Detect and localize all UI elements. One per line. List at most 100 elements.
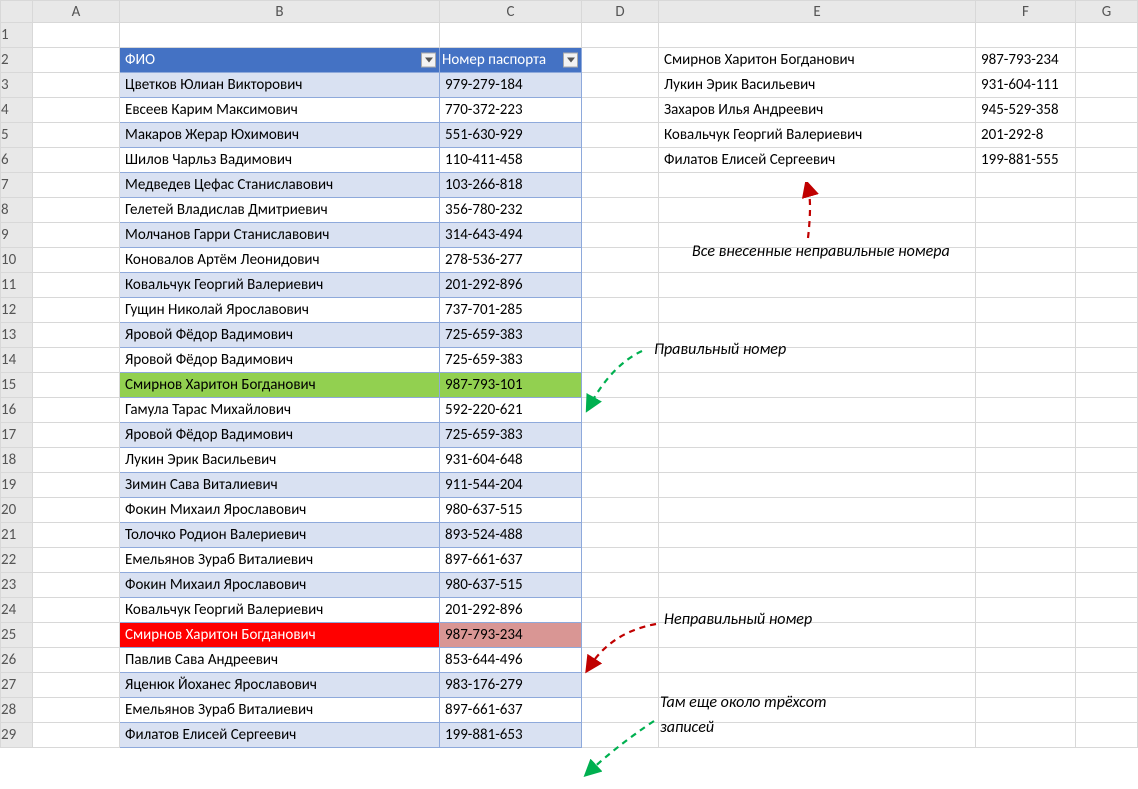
cell-G16[interactable] <box>1076 398 1138 423</box>
cell-E4[interactable]: Захаров Илья Андреевич <box>659 98 976 123</box>
cell-A9[interactable] <box>33 223 120 248</box>
cell-B12[interactable]: Гущин Николай Ярославович <box>120 298 440 323</box>
row-header-11[interactable]: 11 <box>1 273 33 298</box>
cell-D29[interactable] <box>582 723 659 748</box>
cell-B13[interactable]: Яровой Фёдор Вадимович <box>120 323 440 348</box>
cell-C13[interactable]: 725-659-383 <box>440 323 582 348</box>
cell-B20[interactable]: Фокин Михаил Ярославович <box>120 498 440 523</box>
cell-E8[interactable] <box>659 198 976 223</box>
cell-B23[interactable]: Фокин Михаил Ярославович <box>120 573 440 598</box>
cell-E25[interactable] <box>659 623 976 648</box>
cell-B11[interactable]: Ковальчук Георгий Валериевич <box>120 273 440 298</box>
cell-E18[interactable] <box>659 448 976 473</box>
cell-D3[interactable] <box>582 73 659 98</box>
cell-G11[interactable] <box>1076 273 1138 298</box>
cell-G27[interactable] <box>1076 673 1138 698</box>
cell-E7[interactable] <box>659 173 976 198</box>
cell-D2[interactable] <box>582 48 659 73</box>
cell-D27[interactable] <box>582 673 659 698</box>
cell-D14[interactable] <box>582 348 659 373</box>
cell-A6[interactable] <box>33 148 120 173</box>
cell-D6[interactable] <box>582 148 659 173</box>
cell-G6[interactable] <box>1076 148 1138 173</box>
cell-A5[interactable] <box>33 123 120 148</box>
cell-F25[interactable] <box>976 623 1076 648</box>
cell-A17[interactable] <box>33 423 120 448</box>
cell-D21[interactable] <box>582 523 659 548</box>
cell-A29[interactable] <box>33 723 120 748</box>
row-header-25[interactable]: 25 <box>1 623 33 648</box>
row-header-7[interactable]: 7 <box>1 173 33 198</box>
cell-D7[interactable] <box>582 173 659 198</box>
cell-G2[interactable] <box>1076 48 1138 73</box>
cell-A4[interactable] <box>33 98 120 123</box>
cell-C11[interactable]: 201-292-896 <box>440 273 582 298</box>
cell-E21[interactable] <box>659 523 976 548</box>
cell-F1[interactable] <box>976 23 1076 48</box>
cell-D16[interactable] <box>582 398 659 423</box>
cell-B6[interactable]: Шилов Чарльз Вадимович <box>120 148 440 173</box>
cell-B2[interactable]: ФИО <box>120 48 440 73</box>
cell-D9[interactable] <box>582 223 659 248</box>
cell-F13[interactable] <box>976 323 1076 348</box>
cell-G19[interactable] <box>1076 473 1138 498</box>
cell-B19[interactable]: Зимин Сава Виталиевич <box>120 473 440 498</box>
cell-G18[interactable] <box>1076 448 1138 473</box>
col-header-B[interactable]: B <box>120 1 440 23</box>
cell-E2[interactable]: Смирнов Харитон Богданович <box>659 48 976 73</box>
cell-B15[interactable]: Смирнов Харитон Богданович <box>120 373 440 398</box>
cell-D23[interactable] <box>582 573 659 598</box>
cell-F4[interactable]: 945-529-358 <box>976 98 1076 123</box>
cell-B17[interactable]: Яровой Фёдор Вадимович <box>120 423 440 448</box>
cell-A12[interactable] <box>33 298 120 323</box>
cell-D15[interactable] <box>582 373 659 398</box>
cell-C15[interactable]: 987-793-101 <box>440 373 582 398</box>
col-header-C[interactable]: C <box>440 1 582 23</box>
cell-E5[interactable]: Ковальчук Георгий Валериевич <box>659 123 976 148</box>
cell-D17[interactable] <box>582 423 659 448</box>
cell-E1[interactable] <box>659 23 976 48</box>
cell-C23[interactable]: 980-637-515 <box>440 573 582 598</box>
cell-D25[interactable] <box>582 623 659 648</box>
cell-C24[interactable]: 201-292-896 <box>440 598 582 623</box>
cell-C5[interactable]: 551-630-929 <box>440 123 582 148</box>
cell-B22[interactable]: Емельянов Зураб Виталиевич <box>120 548 440 573</box>
cell-C16[interactable]: 592-220-621 <box>440 398 582 423</box>
row-header-10[interactable]: 10 <box>1 248 33 273</box>
filter-button-passport[interactable] <box>563 53 578 68</box>
cell-G3[interactable] <box>1076 73 1138 98</box>
cell-F6[interactable]: 199-881-555 <box>976 148 1076 173</box>
row-header-23[interactable]: 23 <box>1 573 33 598</box>
cell-D11[interactable] <box>582 273 659 298</box>
cell-D5[interactable] <box>582 123 659 148</box>
cell-F5[interactable]: 201-292-8 <box>976 123 1076 148</box>
cell-F20[interactable] <box>976 498 1076 523</box>
cell-B25[interactable]: Смирнов Харитон Богданович <box>120 623 440 648</box>
cell-B1[interactable] <box>120 23 440 48</box>
cell-A15[interactable] <box>33 373 120 398</box>
cell-E19[interactable] <box>659 473 976 498</box>
row-header-12[interactable]: 12 <box>1 298 33 323</box>
cell-G26[interactable] <box>1076 648 1138 673</box>
cell-A3[interactable] <box>33 73 120 98</box>
cell-C14[interactable]: 725-659-383 <box>440 348 582 373</box>
cell-A25[interactable] <box>33 623 120 648</box>
row-header-17[interactable]: 17 <box>1 423 33 448</box>
cell-D12[interactable] <box>582 298 659 323</box>
cell-E27[interactable] <box>659 673 976 698</box>
cell-C4[interactable]: 770-372-223 <box>440 98 582 123</box>
cell-A27[interactable] <box>33 673 120 698</box>
cell-A16[interactable] <box>33 398 120 423</box>
cell-D8[interactable] <box>582 198 659 223</box>
row-header-14[interactable]: 14 <box>1 348 33 373</box>
cell-G23[interactable] <box>1076 573 1138 598</box>
cell-A11[interactable] <box>33 273 120 298</box>
cell-E10[interactable] <box>659 248 976 273</box>
row-header-26[interactable]: 26 <box>1 648 33 673</box>
row-header-9[interactable]: 9 <box>1 223 33 248</box>
cell-G29[interactable] <box>1076 723 1138 748</box>
cell-E3[interactable]: Лукин Эрик Васильевич <box>659 73 976 98</box>
cell-F23[interactable] <box>976 573 1076 598</box>
filter-button-fio[interactable] <box>421 53 436 68</box>
cell-F12[interactable] <box>976 298 1076 323</box>
